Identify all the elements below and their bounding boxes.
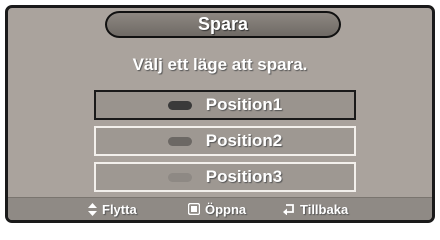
position-marker-icon [167, 100, 192, 110]
up-down-arrow-icon [88, 202, 97, 216]
dialog-title: Spara [197, 14, 249, 34]
position-marker-icon [167, 172, 192, 182]
title-tab: Spara [105, 11, 341, 38]
prompt-text: Välj ett läge att spara. [132, 55, 308, 74]
position-option-2[interactable]: Position2 [94, 126, 356, 156]
hint-move: Flytta [88, 202, 137, 217]
hint-bar: Flytta Öppna Tillbaka [8, 197, 432, 220]
position-option-1[interactable]: Position1 [94, 90, 356, 120]
hint-back: Tillbaka [283, 202, 348, 217]
save-dialog: Spara Välj ett läge att spara. Position1… [5, 5, 435, 223]
position-label: Position2 [205, 131, 283, 150]
hint-move-label: Flytta [102, 201, 137, 217]
hint-back-label: Tillbaka [300, 201, 349, 217]
hint-open: Öppna [188, 202, 246, 217]
position-option-3[interactable]: Position3 [94, 162, 356, 192]
position-marker-icon [167, 136, 192, 146]
return-arrow-icon [283, 203, 295, 215]
position-label: Position1 [205, 95, 283, 114]
hint-open-label: Öppna [205, 201, 247, 217]
position-label: Position3 [205, 167, 283, 186]
enter-key-icon [188, 203, 200, 215]
